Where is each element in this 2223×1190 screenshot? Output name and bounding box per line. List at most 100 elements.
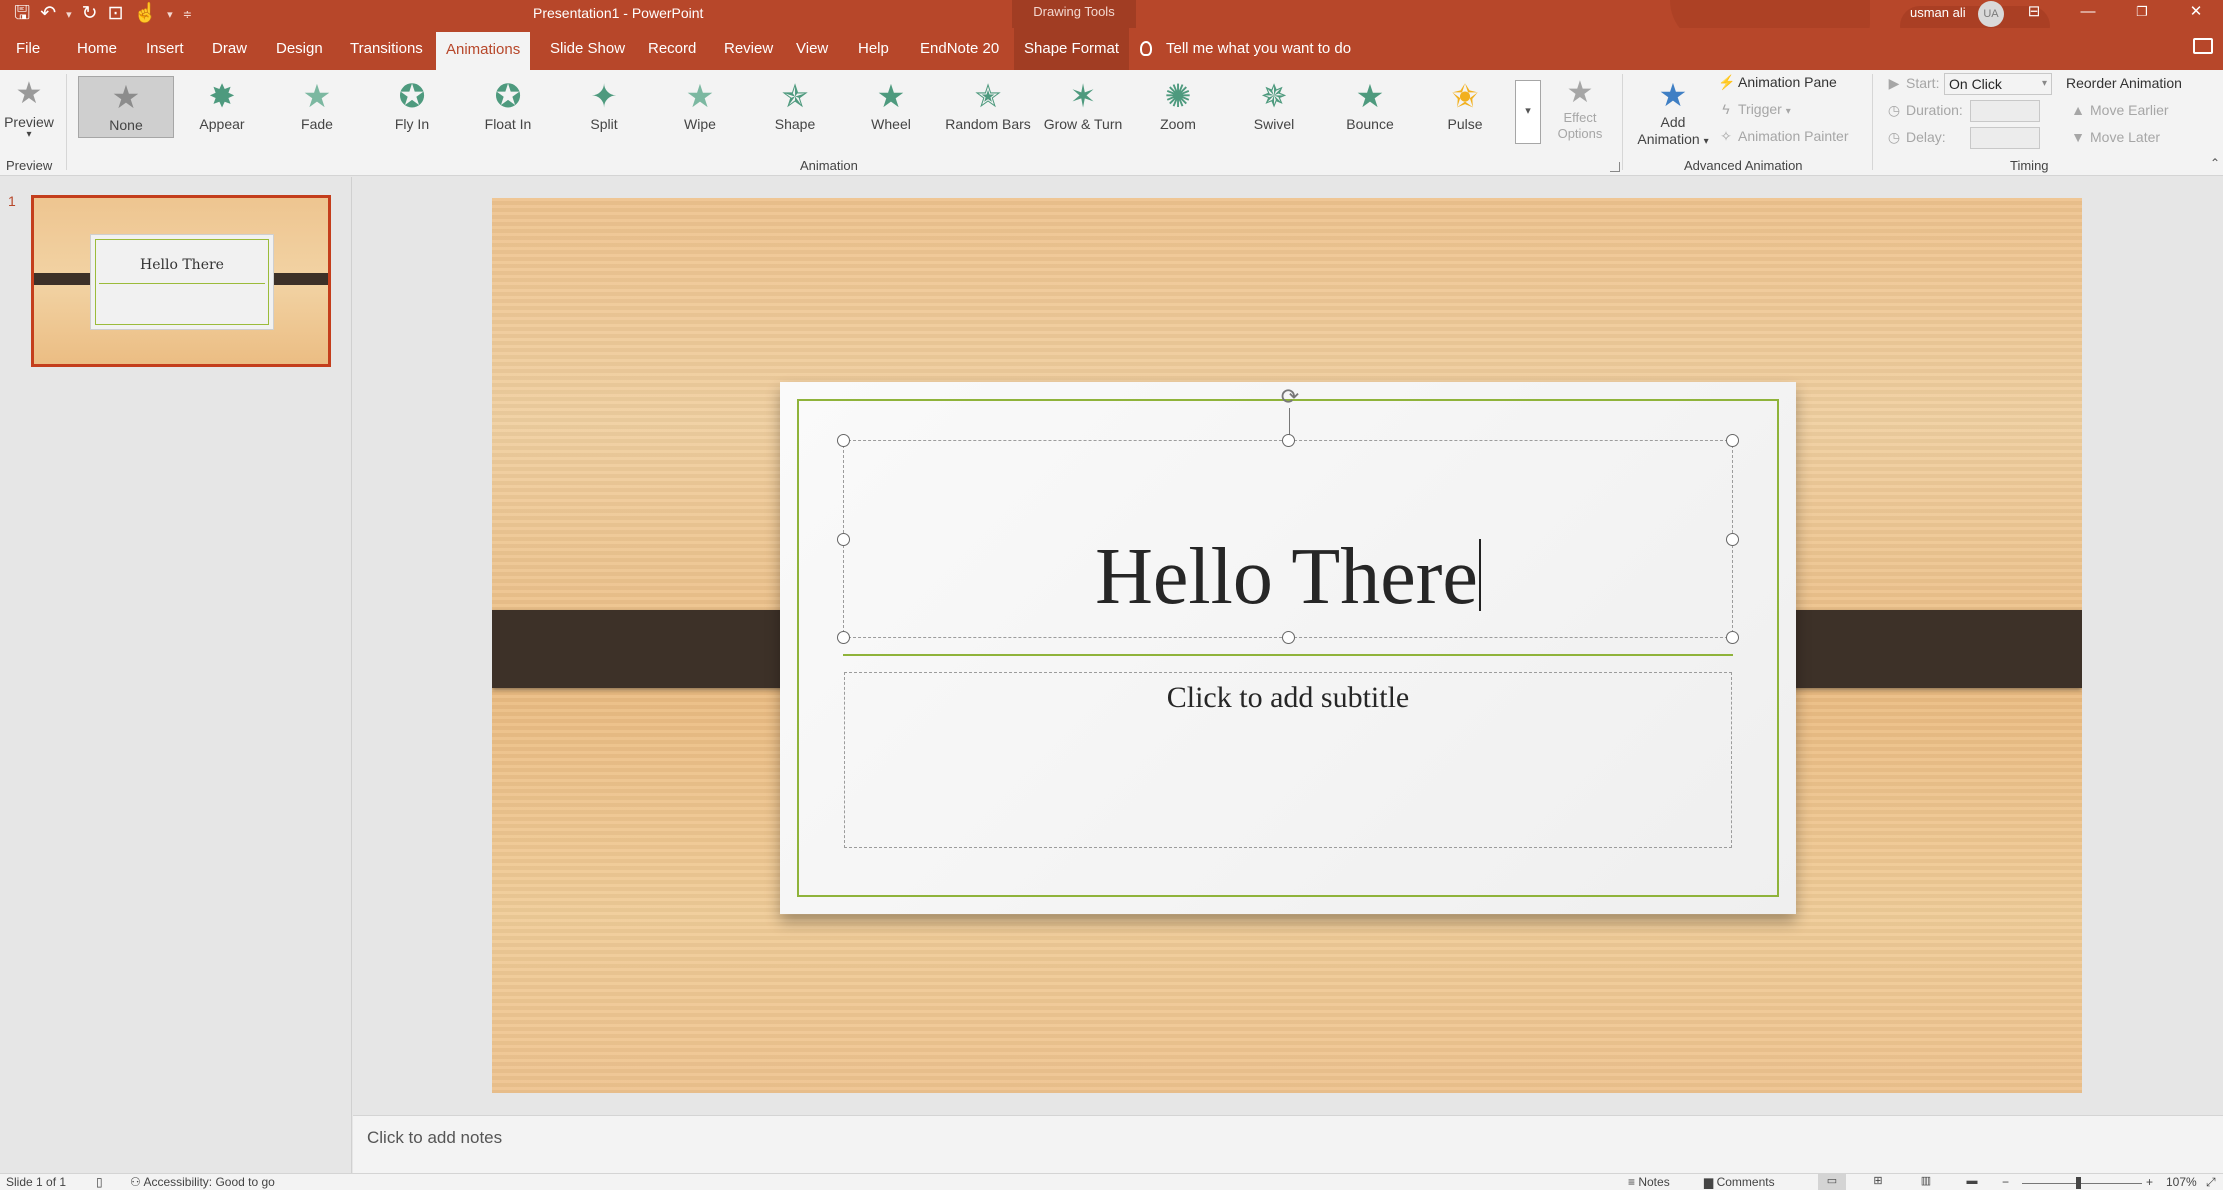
resize-handle[interactable] xyxy=(1726,533,1739,546)
tab-transitions[interactable]: Transitions xyxy=(340,28,433,70)
duration-spinner[interactable] xyxy=(1970,100,2040,122)
thumb-band-left xyxy=(34,273,94,285)
preview-button[interactable]: ★ Preview ▾ xyxy=(2,74,56,140)
delay-spinner[interactable] xyxy=(1970,127,2040,149)
animation-fly-in[interactable]: ✪ Fly In xyxy=(367,76,457,138)
animation-bounce[interactable]: ★ Bounce xyxy=(1325,76,1415,138)
undo-dropdown-icon[interactable]: ▾ xyxy=(66,8,72,21)
move-earlier-button[interactable]: ▲ Move Earlier xyxy=(2070,102,2169,118)
title-placeholder[interactable]: Hello There xyxy=(837,434,1739,644)
trigger-label: Trigger xyxy=(1738,101,1782,117)
zoom-slider[interactable] xyxy=(2022,1183,2142,1184)
animation-wheel[interactable]: ★ Wheel xyxy=(846,76,936,138)
restore-icon[interactable]: ❐ xyxy=(2115,0,2169,28)
resize-handle[interactable] xyxy=(837,631,850,644)
comments-icon[interactable] xyxy=(2193,38,2213,54)
trigger-button[interactable]: ϟ Trigger ▾ xyxy=(1718,101,1790,117)
tab-home[interactable]: Home xyxy=(67,28,127,70)
animation-shape[interactable]: ✯ Shape xyxy=(750,76,840,138)
tab-slide-show[interactable]: Slide Show xyxy=(540,28,635,70)
tab-insert[interactable]: Insert xyxy=(136,28,194,70)
close-icon[interactable]: ✕ xyxy=(2169,0,2223,28)
dialog-launcher-icon[interactable] xyxy=(1610,162,1620,172)
resize-handle[interactable] xyxy=(1726,434,1739,447)
tab-draw[interactable]: Draw xyxy=(202,28,257,70)
tab-review[interactable]: Review xyxy=(714,28,783,70)
group-separator xyxy=(1622,74,1623,170)
present-from-start-icon[interactable]: ⊡ xyxy=(108,3,124,25)
notes-placeholder: Click to add notes xyxy=(367,1128,503,1147)
add-animation-button[interactable]: ★ Add Animation ▾ xyxy=(1630,76,1716,150)
avatar[interactable]: UA xyxy=(1978,1,2004,27)
animation-float-in[interactable]: ✪ Float In xyxy=(463,76,553,138)
animation-pane-button[interactable]: ⚡ Animation Pane xyxy=(1718,74,1837,91)
effect-options-button[interactable]: ★ Effect Options xyxy=(1552,76,1608,142)
tab-design[interactable]: Design xyxy=(266,28,333,70)
zoom-level[interactable]: 107% xyxy=(2166,1175,2197,1189)
tab-endnote[interactable]: EndNote 20 xyxy=(910,28,1009,70)
subtitle-placeholder[interactable]: Click to add subtitle xyxy=(844,672,1732,848)
notes-pane[interactable]: Click to add notes xyxy=(353,1115,2223,1173)
shape-star-icon: ✯ xyxy=(781,78,809,114)
touch-dropdown-icon[interactable]: ▾ xyxy=(167,8,173,21)
animation-appear[interactable]: ✸ Appear xyxy=(177,76,267,138)
tab-view[interactable]: View xyxy=(786,28,838,70)
resize-handle[interactable] xyxy=(1726,631,1739,644)
comments-button[interactable]: ▆ Comments xyxy=(1704,1175,1775,1189)
animation-pulse[interactable]: ✬ Pulse xyxy=(1420,76,1510,138)
slide-sorter-icon[interactable]: ⊞ xyxy=(1864,1174,1892,1190)
tab-animations[interactable]: Animations xyxy=(436,32,531,70)
tab-file[interactable]: File xyxy=(6,28,50,70)
tab-shape-format[interactable]: Shape Format xyxy=(1014,28,1130,70)
normal-view-icon[interactable]: ▭ xyxy=(1818,1174,1846,1190)
tell-me-search[interactable]: Tell me what you want to do xyxy=(1140,28,1351,70)
resize-handle[interactable] xyxy=(837,533,850,546)
slide-thumbnail[interactable]: Hello There xyxy=(31,195,331,367)
animation-fade[interactable]: ★ Fade xyxy=(272,76,362,138)
resize-handle[interactable] xyxy=(1282,434,1295,447)
resize-handle[interactable] xyxy=(837,434,850,447)
minimize-icon[interactable]: — xyxy=(2061,0,2115,28)
start-select[interactable]: On Click ▾ xyxy=(1944,73,2052,95)
tab-help[interactable]: Help xyxy=(848,28,899,70)
thumb-band-right xyxy=(268,273,328,285)
reading-view-icon[interactable]: ▥ xyxy=(1912,1174,1940,1190)
notes-button[interactable]: ≡ Notes xyxy=(1628,1175,1670,1189)
animation-swivel[interactable]: ✵ Swivel xyxy=(1229,76,1319,138)
zoom-in-button[interactable]: + xyxy=(2146,1175,2153,1189)
tab-record[interactable]: Record xyxy=(638,28,706,70)
rotate-handle-icon[interactable]: ⟳ xyxy=(1278,386,1302,410)
fly-in-star-icon: ✪ xyxy=(398,78,426,114)
undo-icon[interactable]: ↶ xyxy=(40,3,56,25)
animation-none[interactable]: ★ None xyxy=(78,76,174,138)
user-name[interactable]: usman ali xyxy=(1910,5,1966,20)
collapse-ribbon-icon[interactable]: ⌃ xyxy=(2210,156,2220,170)
zoom-slider-thumb[interactable] xyxy=(2076,1177,2081,1189)
zoom-out-button[interactable]: − xyxy=(2002,1175,2009,1189)
gallery-more-button[interactable]: ▾ xyxy=(1515,80,1541,144)
spelling-icon[interactable]: ▯ xyxy=(96,1175,103,1189)
slide-show-icon[interactable]: ▬ xyxy=(1958,1174,1986,1190)
animation-random-bars[interactable]: ✭ Random Bars xyxy=(941,76,1035,138)
customize-qat-icon[interactable]: ≑ xyxy=(183,8,192,21)
animation-label: Wipe xyxy=(684,116,716,132)
touch-mode-icon[interactable]: ☝ xyxy=(134,3,158,25)
animation-label: Appear xyxy=(199,116,245,132)
fit-to-window-icon[interactable]: ⤢ xyxy=(2206,1175,2216,1190)
animation-wipe[interactable]: ★ Wipe xyxy=(655,76,745,138)
save-icon[interactable]: 🖫 xyxy=(14,3,30,25)
move-later-button[interactable]: ▼ Move Later xyxy=(2070,129,2160,145)
clock-icon: ◷ xyxy=(1887,102,1901,118)
slide[interactable]: ⟳ Hello There Click to add subtitle xyxy=(492,198,2082,1093)
redo-icon[interactable]: ↻ xyxy=(82,3,98,25)
resize-handle[interactable] xyxy=(1282,631,1295,644)
animation-painter-button[interactable]: ✧ Animation Painter xyxy=(1718,128,1848,145)
animation-zoom[interactable]: ✺ Zoom xyxy=(1133,76,1223,138)
swivel-star-icon: ✵ xyxy=(1260,78,1288,114)
slide-title[interactable]: Hello There xyxy=(844,529,1732,625)
preview-label: Preview xyxy=(4,114,54,130)
ribbon-display-options-icon[interactable]: ⊟ xyxy=(2007,0,2061,28)
animation-grow-turn[interactable]: ✶ Grow & Turn xyxy=(1036,76,1130,138)
accessibility-status[interactable]: ⚇ Accessibility: Good to go xyxy=(130,1175,275,1189)
animation-split[interactable]: ✦ Split xyxy=(559,76,649,138)
